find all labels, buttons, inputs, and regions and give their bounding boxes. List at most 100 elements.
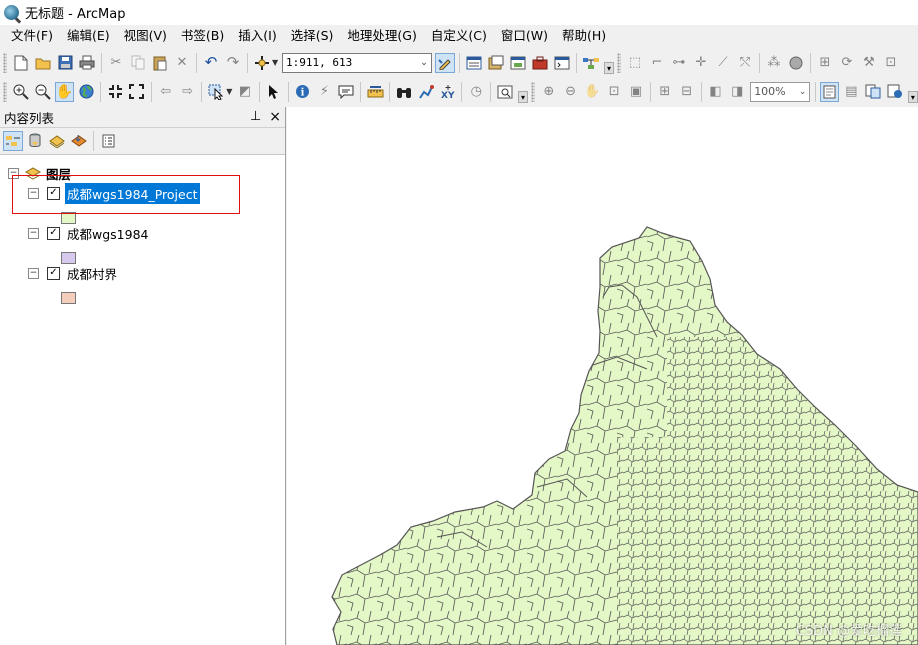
hyperlink-icon[interactable]: ⚡	[315, 82, 335, 102]
identify-icon[interactable]: i	[293, 82, 313, 102]
full-extent-globe-icon[interactable]	[76, 82, 96, 102]
go-back-extent-icon[interactable]: ◧	[706, 82, 726, 102]
merge-icon[interactable]: ⊞	[815, 53, 835, 73]
find-route-icon[interactable]	[416, 82, 436, 102]
select-dropdown-icon[interactable]: ▼	[226, 87, 234, 96]
toggle-draft-mode-icon[interactable]	[819, 81, 840, 102]
zoom-in-icon[interactable]	[11, 82, 31, 102]
map-scale-value[interactable]: 1:911, 613	[283, 56, 417, 69]
list-by-visibility-icon[interactable]	[47, 131, 67, 151]
menu-windows[interactable]: 窗口(W)	[494, 25, 555, 47]
open-folder-icon[interactable]	[33, 53, 53, 73]
go-to-xy-icon[interactable]: XY	[438, 82, 458, 102]
save-icon[interactable]	[55, 53, 75, 73]
zoom-out-icon[interactable]	[33, 82, 53, 102]
select-elements-arrow-icon[interactable]	[264, 82, 284, 102]
find-binoculars-icon[interactable]	[394, 82, 414, 102]
forward-arrow-icon[interactable]: ⇨	[178, 82, 198, 102]
layer-name[interactable]: 成都村界	[65, 263, 119, 284]
menu-insert[interactable]: 插入(I)	[231, 25, 283, 47]
collapse-icon[interactable]: −	[28, 227, 39, 239]
change-layout-icon[interactable]	[863, 82, 883, 102]
editor-toolbar-icon[interactable]	[435, 52, 455, 73]
menu-view[interactable]: 视图(V)	[117, 25, 174, 47]
toolbar-grip[interactable]	[3, 52, 7, 73]
toolbar-overflow-icon[interactable]: ▾	[907, 91, 918, 103]
map-display[interactable]: CSDN @爱吃榴莲	[287, 107, 918, 645]
layer-name[interactable]: 成都wgs1984	[65, 223, 150, 244]
copy-icon[interactable]	[128, 53, 148, 73]
python-window-icon[interactable]	[552, 53, 572, 73]
close-icon[interactable]: ×	[269, 109, 281, 125]
menu-geoprocessing[interactable]: 地理处理(G)	[340, 25, 423, 47]
edit-tool-icon[interactable]: ⬚	[625, 53, 645, 73]
go-forward-extent-icon[interactable]: ◨	[727, 82, 747, 102]
straight-segment-icon[interactable]: ⊶	[669, 53, 689, 73]
fixed-zoom-out-icon[interactable]	[127, 82, 147, 102]
collapse-icon[interactable]: −	[28, 267, 39, 279]
list-by-source-icon[interactable]	[25, 131, 45, 151]
modelbuilder-icon[interactable]	[581, 53, 601, 73]
menu-bookmarks[interactable]: 书签(B)	[174, 25, 231, 47]
toolbar-grip[interactable]	[3, 81, 7, 102]
menu-help[interactable]: 帮助(H)	[555, 25, 613, 47]
toolbar-overflow-icon[interactable]: ▾	[604, 62, 614, 74]
midpoint-icon[interactable]: ✛	[691, 53, 711, 73]
pin-icon[interactable]: ⊥	[250, 109, 261, 125]
layer-symbol-swatch[interactable]	[61, 292, 76, 304]
map-canvas[interactable]	[287, 107, 918, 645]
menu-file[interactable]: 文件(F)	[0, 25, 60, 47]
chevron-down-icon[interactable]: ⌄	[417, 58, 431, 68]
catalog-window-icon[interactable]	[486, 53, 506, 73]
clear-selection-icon[interactable]: ◩	[235, 82, 255, 102]
menu-selection[interactable]: 选择(S)	[284, 25, 341, 47]
new-document-icon[interactable]	[11, 53, 31, 73]
pan-hand-icon[interactable]: ✋	[54, 81, 75, 102]
create-features-icon[interactable]: ⊡	[881, 53, 901, 73]
select-features-icon[interactable]	[206, 82, 226, 102]
layout-zoom-in-icon[interactable]: ⊕	[539, 82, 559, 102]
toolbar-overflow-icon[interactable]: ▾	[518, 91, 528, 103]
create-viewer-window-icon[interactable]	[495, 82, 515, 102]
print-icon[interactable]	[77, 53, 97, 73]
add-data-icon[interactable]	[252, 53, 272, 73]
trace-icon[interactable]: ⟋	[713, 53, 733, 73]
attributes-icon[interactable]: ⚒	[859, 53, 879, 73]
cut-icon[interactable]: ✂	[106, 53, 126, 73]
arctoolbox-icon[interactable]	[530, 53, 550, 73]
list-by-drawing-order-icon[interactable]	[3, 131, 23, 151]
zoom-to-100-icon[interactable]: ▣	[626, 82, 646, 102]
cut-polygons-icon[interactable]: ⁂	[764, 53, 784, 73]
reshape-icon[interactable]: ⤲	[735, 53, 755, 73]
edit-vertices-icon[interactable]: ⌐	[647, 53, 667, 73]
layout-pan-icon[interactable]: ✋	[583, 82, 603, 102]
list-by-selection-icon[interactable]	[69, 131, 89, 151]
menu-edit[interactable]: 编辑(E)	[60, 25, 117, 47]
chevron-down-icon[interactable]: ⌄	[797, 87, 809, 97]
sketch-properties-icon[interactable]	[786, 53, 806, 73]
layout-zoom-combobox[interactable]: 100% ⌄	[750, 81, 810, 102]
data-driven-pages-icon[interactable]	[885, 82, 905, 102]
fixed-zoom-in-icon[interactable]	[105, 82, 125, 102]
toolbar-grip[interactable]	[617, 52, 621, 73]
layer-visibility-checkbox[interactable]: ✓	[47, 226, 60, 240]
zoom-whole-page-icon[interactable]: ⊡	[604, 82, 624, 102]
add-data-dropdown-icon[interactable]: ▼	[272, 58, 280, 67]
toolbar-grip[interactable]	[530, 81, 535, 102]
measure-ruler-icon[interactable]	[365, 82, 385, 102]
delete-icon[interactable]: ✕	[172, 53, 192, 73]
time-slider-icon[interactable]: ◷	[466, 82, 486, 102]
fixed-zoom-out-layout-icon[interactable]: ⊟	[677, 82, 697, 102]
undo-icon[interactable]: ↶	[201, 53, 221, 73]
fixed-zoom-in-layout-icon[interactable]: ⊞	[655, 82, 675, 102]
layout-zoom-out-icon[interactable]: ⊖	[561, 82, 581, 102]
map-scale-combobox[interactable]: 1:911, 613 ⌄	[282, 52, 432, 73]
layer-visibility-checkbox[interactable]: ✓	[47, 266, 60, 280]
focus-data-frame-icon[interactable]: ▤	[841, 82, 861, 102]
search-window-icon[interactable]	[508, 53, 528, 73]
back-arrow-icon[interactable]: ⇦	[156, 82, 176, 102]
table-of-contents-icon[interactable]	[464, 53, 484, 73]
options-icon[interactable]	[98, 131, 118, 151]
layout-zoom-value[interactable]: 100%	[751, 85, 796, 98]
redo-icon[interactable]: ↷	[223, 53, 243, 73]
